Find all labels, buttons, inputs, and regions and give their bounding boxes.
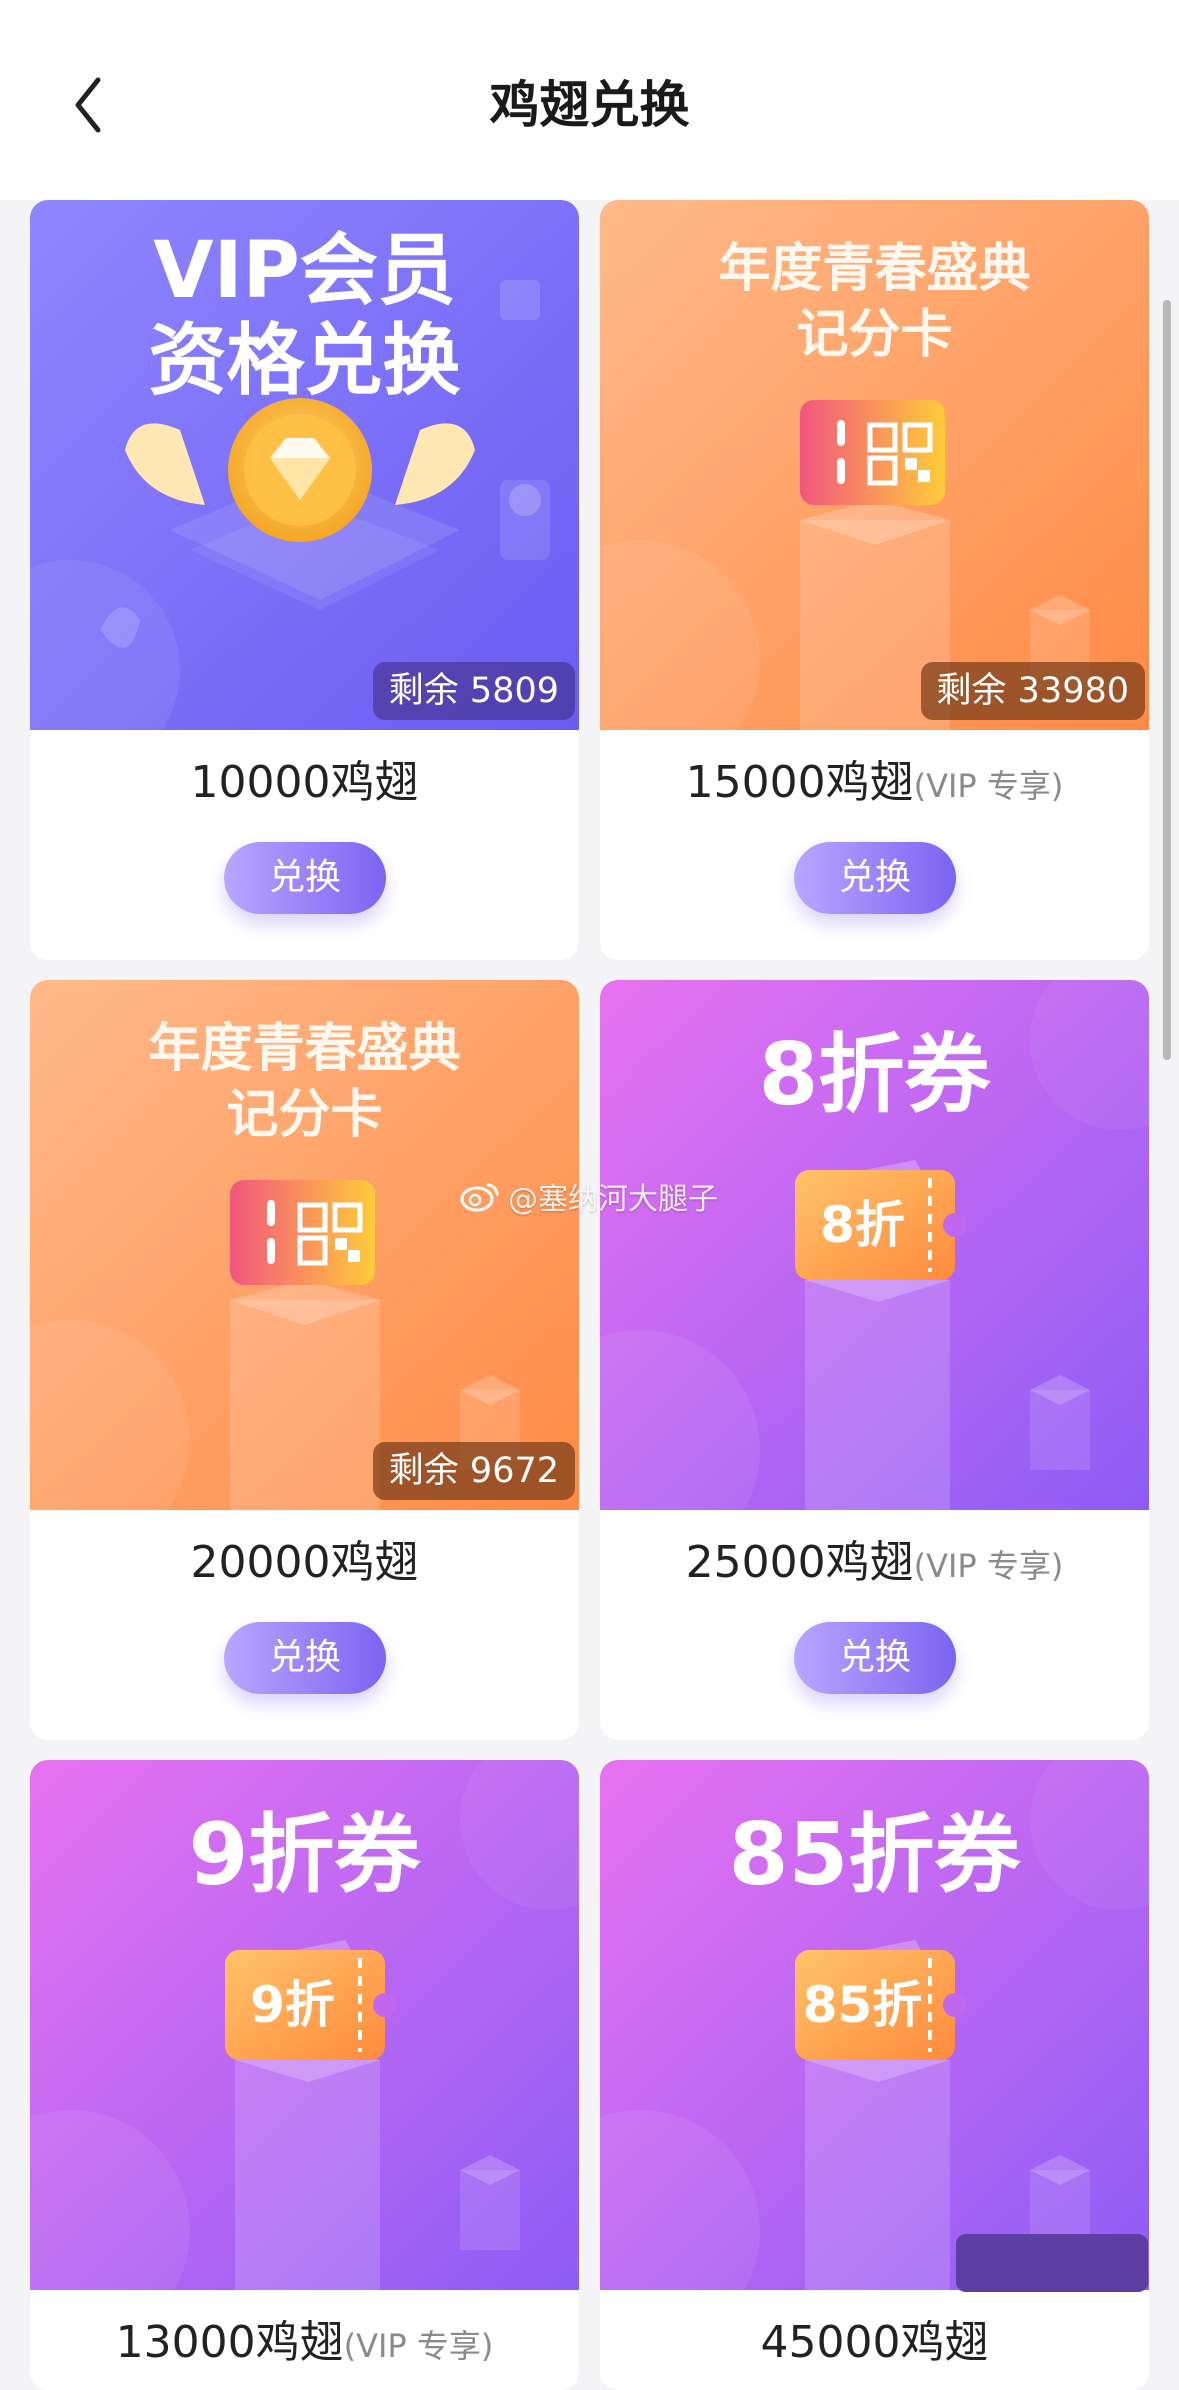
reward-card: 8折券 8折 25000鸡翅(VIP 专享) 兑换 — [600, 980, 1149, 1740]
redeem-button[interactable]: 兑换 — [224, 842, 386, 914]
price-amount: 25000鸡翅 — [685, 1537, 914, 1588]
reward-banner[interactable]: 9折券 9折 — [30, 1760, 579, 2290]
redeem-button[interactable]: 兑换 — [224, 1622, 386, 1694]
price-label: 13000鸡翅(VIP 专享) — [30, 2306, 579, 2370]
weibo-watermark: @塞纳河大腿子 — [460, 1176, 718, 1217]
remaining-stock-badge: 剩余 5809 — [372, 662, 575, 720]
reward-card: 9折券 9折 13000鸡翅(VIP 专享) — [30, 1760, 579, 2390]
price-label: 25000鸡翅(VIP 专享) — [600, 1526, 1149, 1590]
weibo-icon — [460, 1183, 499, 1212]
banner-title: 8折券 — [758, 1025, 991, 1125]
banner-title: 年度青春盛典 记分卡 — [148, 1019, 461, 1145]
scrollbar[interactable] — [1163, 300, 1171, 1060]
reward-banner[interactable]: 8折券 8折 — [600, 980, 1149, 1510]
coupon-ticket-label: 8折 — [820, 1196, 905, 1254]
redeem-button[interactable]: 兑换 — [794, 842, 956, 914]
banner-title: 年度青春盛典 记分卡 — [718, 239, 1031, 365]
watermark-text: @塞纳河大腿子 — [508, 1182, 718, 1217]
banner-title: 9折券 — [188, 1805, 421, 1905]
coupon-ticket-label: 9折 — [250, 1976, 335, 2034]
price-label: 20000鸡翅 — [30, 1526, 579, 1590]
page-title: 鸡翅兑换 — [489, 76, 690, 134]
price-label: 45000鸡翅 — [600, 2306, 1149, 2370]
banner-title: VIP会员 资格兑换 — [148, 226, 461, 406]
reward-card: 年度青春盛典 记分卡 剩余 9672 20000鸡翅 兑换 — [30, 980, 579, 1740]
reward-banner[interactable]: VIP会员 资格兑换 剩余 5809 — [30, 200, 579, 730]
price-amount: 13000鸡翅 — [115, 2317, 344, 2368]
reward-card: VIP会员 资格兑换 剩余 5809 10000鸡翅 兑换 — [30, 200, 579, 960]
vip-only-note: (VIP 专享) — [913, 767, 1064, 805]
price-amount: 45000鸡翅 — [760, 2317, 989, 2368]
vip-only-note: (VIP 专享) — [913, 1547, 1064, 1585]
banner-title: 85折券 — [728, 1805, 1021, 1905]
reward-banner[interactable]: 85折券 85折 — [600, 1760, 1149, 2290]
redeem-button[interactable]: 兑换 — [794, 1622, 956, 1694]
remaining-stock-badge: 剩余 33980 — [920, 662, 1145, 720]
remaining-stock-badge: 剩余 9672 — [372, 1442, 575, 1500]
price-label: 10000鸡翅 — [30, 746, 579, 810]
price-label: 15000鸡翅(VIP 专享) — [600, 746, 1149, 810]
vip-only-note: (VIP 专享) — [343, 2327, 494, 2365]
reward-banner[interactable]: 年度青春盛典 记分卡 剩余 9672 — [30, 980, 579, 1510]
top-nav-bar: 鸡翅兑换 — [0, 0, 1179, 200]
reward-card: 年度青春盛典 记分卡 剩余 33980 15000鸡翅(VIP 专享) 兑换 — [600, 200, 1149, 960]
reward-banner[interactable]: 年度青春盛典 记分卡 剩余 33980 — [600, 200, 1149, 730]
coupon-ticket-label: 85折 — [802, 1976, 923, 2034]
price-amount: 20000鸡翅 — [190, 1537, 419, 1588]
price-amount: 15000鸡翅 — [685, 757, 914, 808]
price-amount: 10000鸡翅 — [190, 757, 419, 808]
reward-card: 85折券 85折 45000鸡翅 — [600, 1760, 1149, 2390]
floating-overlay[interactable] — [956, 2234, 1148, 2292]
